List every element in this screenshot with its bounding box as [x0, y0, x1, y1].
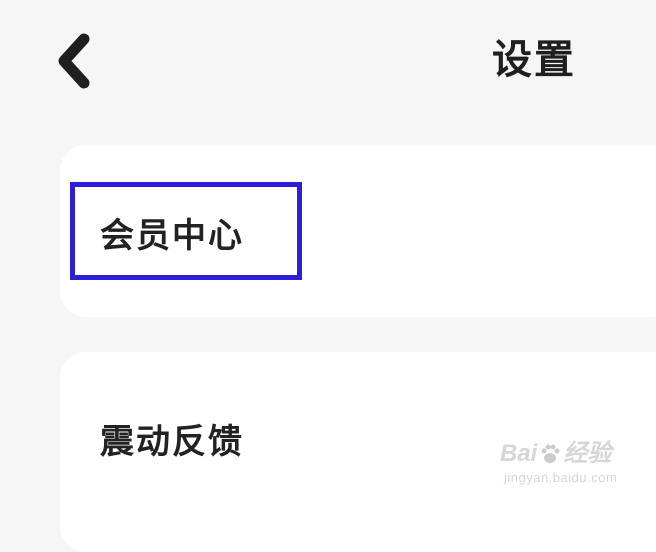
watermark-brand-right: 经验	[563, 440, 612, 467]
baidu-jingyan-watermark: Bai 经验 jingyan.baidu.com	[500, 440, 617, 485]
top-bar: 设置	[0, 0, 656, 120]
watermark-brand-left: Bai	[500, 440, 538, 467]
page-title: 设置	[492, 37, 576, 83]
watermark-url: jingyan.baidu.com	[504, 470, 618, 485]
back-button[interactable]	[44, 30, 104, 92]
chevron-left-icon	[58, 33, 90, 89]
member-center-label[interactable]: 会员中心	[100, 214, 244, 258]
vibration-feedback-label[interactable]: 震动反馈	[100, 420, 244, 464]
baidu-paw-icon	[541, 444, 560, 463]
